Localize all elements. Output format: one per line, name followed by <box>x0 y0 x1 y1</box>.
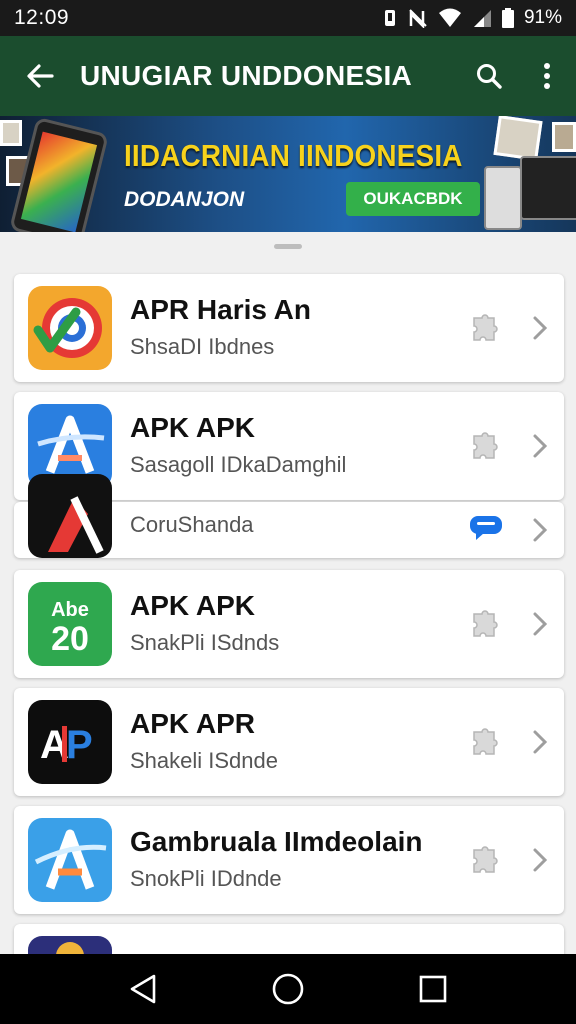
banner-cta-button[interactable]: OUKACBDK <box>346 182 480 216</box>
wifi-icon <box>438 8 462 28</box>
nav-home-icon <box>272 973 304 1005</box>
app-bar: UNUGIAR UNDDONESIA <box>0 36 576 116</box>
more-options-button[interactable] <box>518 36 576 116</box>
banner-subline: DODANJON <box>124 188 245 211</box>
photo-thumbnail <box>493 116 543 161</box>
cell-signal-icon <box>472 8 492 28</box>
app-subtitle: CoruShanda <box>130 512 254 537</box>
list-item[interactable] <box>14 924 564 954</box>
status-time: 12:09 <box>14 6 70 29</box>
nav-recents-button[interactable] <box>403 959 463 1019</box>
vibrate-icon <box>382 8 398 28</box>
nav-recents-icon <box>420 975 447 1003</box>
svg-text:P: P <box>66 723 93 767</box>
app-icon <box>28 936 112 954</box>
puzzle-icon <box>473 846 498 873</box>
app-list-sheet: APR Haris An ShsaDI Ibdnes APK APK Sasag… <box>0 232 576 954</box>
app-subtitle: ShsaDI Ibdnes <box>130 334 275 359</box>
back-arrow-icon <box>27 64 54 88</box>
phone-device-illustration <box>484 166 522 230</box>
laptop-illustration <box>520 156 576 220</box>
svg-text:20: 20 <box>51 620 89 658</box>
list-item[interactable]: A P APK APR Shakeli ISdnde <box>14 688 564 796</box>
chevron-right-icon <box>533 316 548 340</box>
app-subtitle: Shakeli ISdnde <box>130 748 278 773</box>
search-button[interactable] <box>460 36 518 116</box>
nav-back-button[interactable] <box>113 959 173 1019</box>
app-name: APK APR <box>130 708 255 739</box>
puzzle-icon <box>473 432 498 459</box>
promo-banner[interactable]: IIDACRNIAN IINDONESIA DODANJON OUKACBDK <box>0 116 576 232</box>
photo-thumbnail <box>552 122 576 152</box>
list-item[interactable]: CoruShanda <box>14 474 564 558</box>
chevron-right-icon <box>533 518 548 542</box>
list-item[interactable]: Abe 20 APK APK SnakPli ISdnds <box>14 570 564 678</box>
photo-thumbnail <box>0 120 22 146</box>
sheet-drag-handle[interactable] <box>274 244 302 249</box>
app-name: APK APK <box>130 412 255 443</box>
app-icon <box>28 474 112 558</box>
nav-back-icon <box>130 974 155 1004</box>
status-bar: 12:09 91% <box>0 0 576 36</box>
search-icon <box>477 64 502 89</box>
chevron-right-icon <box>533 848 548 872</box>
list-item[interactable]: APR Haris An ShsaDI Ibdnes <box>14 274 564 382</box>
app-subtitle: SnokPli IDdnde <box>130 866 282 891</box>
phone-illustration <box>9 116 109 232</box>
puzzle-icon <box>473 728 498 755</box>
more-vert-icon <box>544 63 550 89</box>
battery-percent: 91% <box>523 7 562 28</box>
page-title: UNUGIAR UNDDONESIA <box>80 60 413 91</box>
puzzle-icon <box>473 610 498 637</box>
nav-home-button[interactable] <box>258 959 318 1019</box>
system-nav-bar <box>0 954 576 1024</box>
app-icon: A P <box>28 700 112 784</box>
app-name: APR Haris An <box>130 294 312 325</box>
battery-icon <box>501 8 514 28</box>
chat-bubble-icon <box>470 516 502 540</box>
app-icon <box>28 286 112 370</box>
app-subtitle: SnakPli ISdnds <box>130 630 280 655</box>
chevron-right-icon <box>533 612 548 636</box>
app-icon: Abe 20 <box>28 582 112 666</box>
banner-headline: IIDACRNIAN IINDONESIA <box>124 138 463 173</box>
app-subtitle: Sasagoll IDkaDamghil <box>130 452 347 477</box>
chevron-right-icon <box>533 730 548 754</box>
svg-text:Abe: Abe <box>51 599 89 621</box>
app-name: Gambruala IImdeolain <box>130 826 423 857</box>
chevron-right-icon <box>533 434 548 458</box>
app-icon <box>28 818 112 902</box>
no-signal-icon <box>408 8 428 28</box>
app-name: APK APK <box>130 590 255 621</box>
list-item[interactable]: Gambruala IImdeolain SnokPli IDdnde <box>14 806 564 914</box>
back-button[interactable] <box>0 36 80 116</box>
puzzle-icon <box>473 314 498 341</box>
